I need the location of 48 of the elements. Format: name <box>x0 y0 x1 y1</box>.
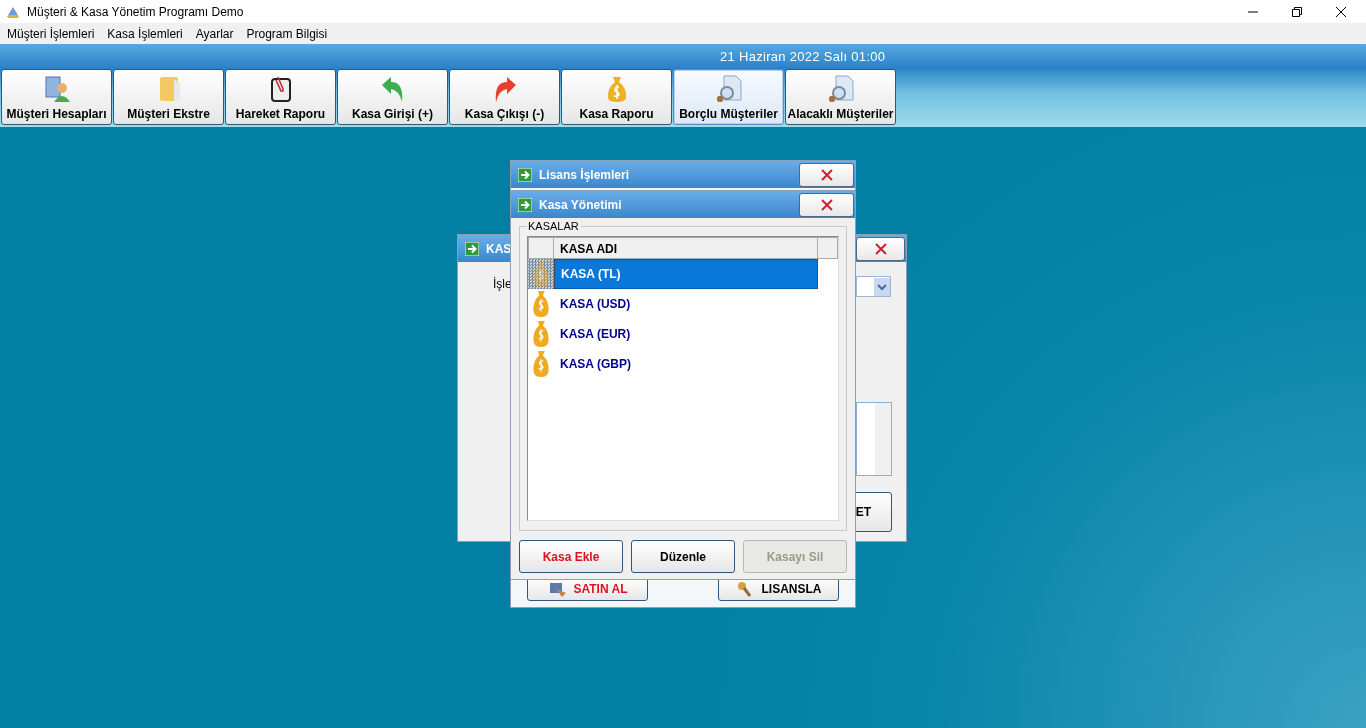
money-bag-icon <box>531 320 551 348</box>
toolbar-button[interactable]: Kasa Raporu <box>561 69 672 125</box>
close-icon <box>820 198 833 211</box>
menu-item[interactable]: Ayarlar <box>195 26 234 41</box>
dialog-button[interactable]: Düzenle <box>631 540 735 573</box>
menu-item[interactable]: Kasa İşlemleri <box>107 26 183 41</box>
money-bag-icon <box>531 350 551 378</box>
column-header: KASA ADI <box>554 237 818 259</box>
close-button[interactable] <box>799 192 854 217</box>
toolbar-button[interactable]: Kasa Çıkışı (-) <box>449 69 560 125</box>
money-bag-icon <box>531 290 551 318</box>
dialog-title: Lisans İşlemleri <box>539 167 630 182</box>
toolbar-button[interactable]: Kasa Girişi (+) <box>337 69 448 125</box>
dialog-title: Kasa Yönetimi <box>539 197 622 212</box>
scrollbar[interactable] <box>875 403 891 475</box>
close-icon <box>820 168 833 181</box>
dialog-button[interactable]: Kasa Ekle <box>519 540 623 573</box>
menu-item[interactable]: Müşteri İşlemleri <box>7 26 95 41</box>
toolbar-button[interactable]: Alacaklı Müşteriler <box>785 69 896 125</box>
date-text: 21 Haziran 2022 Salı 01:00 <box>720 49 886 64</box>
toolbar-button[interactable]: Hareket Raporu <box>225 69 336 125</box>
grid-row[interactable]: KASA (USD) <box>528 289 818 319</box>
close-button[interactable] <box>799 162 854 187</box>
grid-row[interactable]: KASA (EUR) <box>528 319 818 349</box>
arrow-icon <box>518 197 532 212</box>
table-cell-text: KASA (GBP) <box>559 356 632 373</box>
toolbar-button[interactable]: Müşteri Ekstre <box>113 69 224 125</box>
table-cell-text: KASA (USD) <box>559 296 632 313</box>
close-icon <box>874 242 887 255</box>
restore-icon[interactable] <box>1292 6 1302 17</box>
table-cell-text: KASA (EUR) <box>559 326 632 343</box>
toolbar-button[interactable]: Müşteri Hesapları <box>1 69 112 125</box>
close-icon[interactable] <box>1336 6 1346 17</box>
toolbar-button[interactable]: Borçlu Müşteriler <box>673 69 784 125</box>
arrow-icon <box>518 167 532 182</box>
window-title: Müşteri & Kasa Yönetim Programı Demo <box>27 4 245 19</box>
close-button[interactable] <box>856 236 905 261</box>
chevron-icon <box>874 277 890 296</box>
dialog-title: KAS <box>486 241 512 256</box>
arrow-icon <box>465 241 479 256</box>
computer-icon <box>547 581 568 597</box>
group-label: KASALAR <box>527 220 581 232</box>
money-bag-icon <box>531 260 551 288</box>
header-cell <box>528 237 554 259</box>
menu-item[interactable]: Program Bilgisi <box>246 26 328 41</box>
grid-row[interactable]: KASA (GBP) <box>528 349 818 379</box>
header-cell <box>818 237 838 259</box>
dropdown-field[interactable] <box>856 276 891 297</box>
